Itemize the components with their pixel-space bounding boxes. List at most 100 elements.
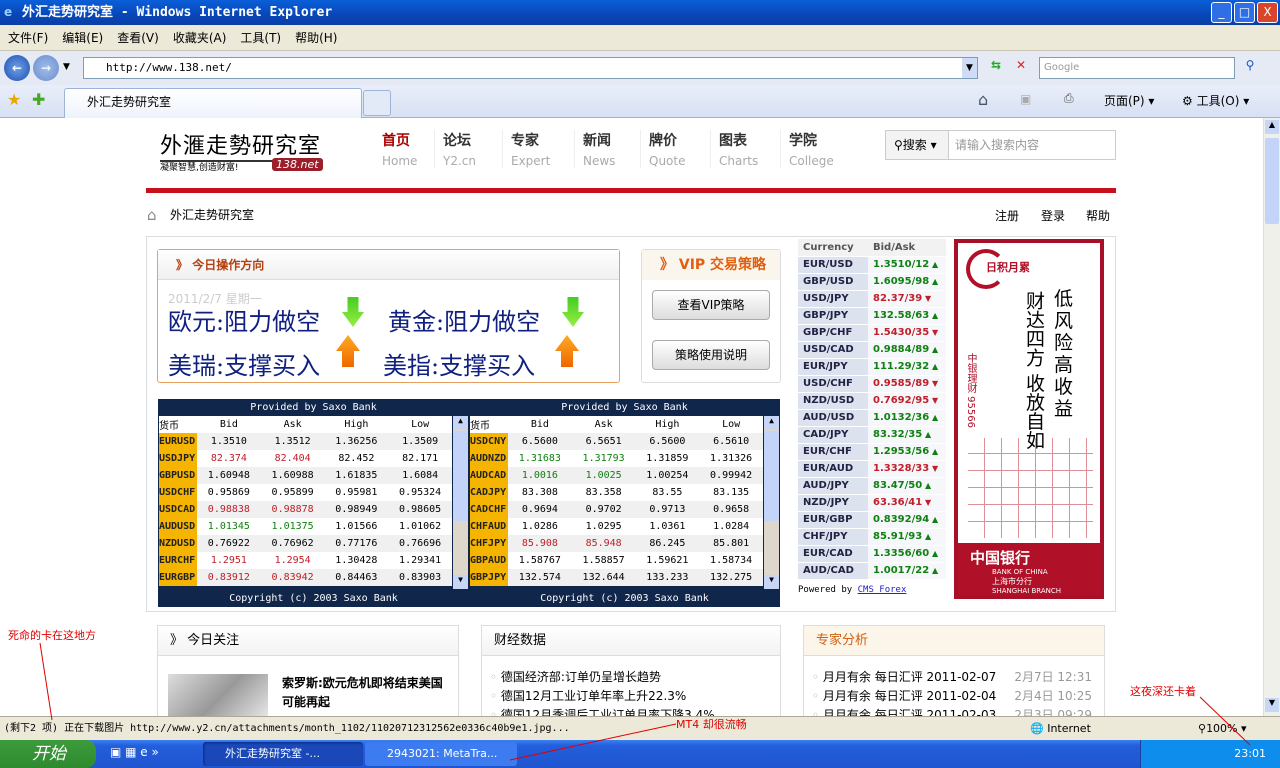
feeds-icon[interactable]: ▣	[1020, 92, 1031, 106]
page-menu[interactable]: 页面(P) ▾	[1104, 92, 1154, 109]
currency-row[interactable]: EUR/AUD 1.3328/33 ▼	[798, 460, 946, 478]
currency-row[interactable]: EUR/CHF 1.2953/56 ▲	[798, 443, 946, 461]
nav-college[interactable]: 学院 College	[780, 130, 834, 168]
tab-active[interactable]: 外汇走势研究室	[64, 88, 362, 118]
search-input[interactable]: Google	[1039, 57, 1235, 79]
nav-y2cn[interactable]: 论坛 Y2.cn	[434, 130, 476, 168]
scroll-up-icon[interactable]: ▲	[764, 416, 779, 430]
search-icon[interactable]: ⚲	[1240, 58, 1260, 78]
quote-row[interactable]: USDCAD 0.98838 0.98878 0.98949 0.98605	[159, 501, 452, 518]
zoom-level[interactable]: ⚲100% ▾	[1198, 717, 1247, 740]
home-icon[interactable]: ⌂	[978, 90, 988, 109]
view-vip-button[interactable]: 查看VIP策略	[652, 290, 770, 320]
quote-scrollbar[interactable]: ▲ ▼	[453, 416, 468, 589]
nav-news[interactable]: 新闻 News	[574, 130, 615, 168]
quote-row[interactable]: USDCNY 6.5600 6.5651 6.5600 6.5610	[470, 433, 763, 450]
scroll-thumb[interactable]	[1265, 138, 1279, 224]
page-scrollbar[interactable]: ▲ ▼	[1263, 118, 1280, 716]
expert-item[interactable]: ◦ 月月有余 每日汇评 2011-02-04 2月4日 10:25	[812, 687, 1104, 706]
menu-favorites[interactable]: 收藏夹(A)	[173, 29, 227, 46]
task-metatrader[interactable]: 2943021: MetaTra...	[365, 742, 517, 766]
forward-button[interactable]: →	[33, 55, 59, 81]
currency-row[interactable]: USD/CHF 0.9585/89 ▼	[798, 375, 946, 393]
nav-home[interactable]: 首页 Home	[374, 130, 417, 168]
favorites-star-icon[interactable]: ★	[7, 90, 21, 109]
quote-row[interactable]: NZDUSD 0.76922 0.76962 0.77176 0.76696	[159, 535, 452, 552]
refresh-icon[interactable]: ⇆	[986, 58, 1006, 78]
history-dropdown-icon[interactable]: ▼	[63, 62, 70, 72]
task-ie[interactable]: 外汇走势研究室 -...	[203, 742, 363, 766]
quote-row[interactable]: EURGBP 0.83912 0.83942 0.84463 0.83903	[159, 569, 452, 586]
quote-row[interactable]: CHFJPY 85.908 85.948 86.245 85.801	[470, 535, 763, 552]
quote-row[interactable]: EURCHF 1.2951 1.2954 1.30428 1.29341	[159, 552, 452, 569]
strategy-guide-button[interactable]: 策略使用说明	[652, 340, 770, 370]
currency-row[interactable]: CHF/JPY 85.91/93 ▲	[798, 528, 946, 546]
quote-row[interactable]: GBPAUD 1.58767 1.58857 1.59621 1.58734	[470, 552, 763, 569]
quote-row[interactable]: CADCHF 0.9694 0.9702 0.9713 0.9658	[470, 501, 763, 518]
help-link[interactable]: 帮助	[1086, 207, 1110, 224]
currency-row[interactable]: AUD/CAD 1.0017/22 ▲	[798, 562, 946, 580]
nav-expert[interactable]: 专家 Expert	[502, 130, 550, 168]
scroll-down-icon[interactable]: ▼	[764, 575, 779, 589]
print-icon[interactable]: ⎙	[1064, 91, 1074, 106]
back-button[interactable]: ←	[4, 55, 30, 81]
headline-link[interactable]: 索罗斯:欧元危机即将结束美国可能再起	[282, 674, 448, 712]
quote-scrollbar[interactable]: ▲ ▼	[764, 416, 779, 589]
menu-file[interactable]: 文件(F)	[8, 29, 48, 46]
address-dropdown-icon[interactable]: ▼	[962, 58, 977, 78]
currency-row[interactable]: AUD/USD 1.0132/36 ▲	[798, 409, 946, 427]
currency-row[interactable]: NZD/USD 0.7692/95 ▼	[798, 392, 946, 410]
minimize-button[interactable]: _	[1211, 2, 1232, 23]
quote-row[interactable]: AUDNZD 1.31683 1.31793 1.31859 1.31326	[470, 450, 763, 467]
currency-row[interactable]: GBP/USD 1.6095/98 ▲	[798, 273, 946, 291]
currency-row[interactable]: GBP/JPY 132.58/63 ▲	[798, 307, 946, 325]
menu-edit[interactable]: 编辑(E)	[62, 29, 103, 46]
quote-row[interactable]: CHFAUD 1.0286 1.0295 1.0361 1.0284	[470, 518, 763, 535]
expert-item[interactable]: ◦ 月月有余 每日汇评 2011-02-07 2月7日 12:31	[812, 668, 1104, 687]
currency-row[interactable]: USD/CAD 0.9884/89 ▲	[798, 341, 946, 359]
new-tab-button[interactable]	[363, 90, 391, 116]
currency-row[interactable]: USD/JPY 82.37/39 ▼	[798, 290, 946, 308]
currency-row[interactable]: EUR/USD 1.3510/12 ▲	[798, 256, 946, 274]
start-button[interactable]: 开始	[0, 740, 96, 768]
address-input[interactable]: http://www.138.net/	[83, 57, 978, 79]
register-link[interactable]: 注册	[995, 207, 1019, 224]
site-logo[interactable]: 外滙走勢研究室	[160, 128, 322, 162]
quote-row[interactable]: GBPUSD 1.60948 1.60988 1.61835 1.6084	[159, 467, 452, 484]
quote-row[interactable]: EURUSD 1.3510 1.3512 1.36256 1.3509	[159, 433, 452, 450]
econ-item[interactable]: ◦ 德国12月工业订单年率上升22.3%	[490, 687, 780, 706]
close-button[interactable]: X	[1257, 2, 1278, 23]
quote-row[interactable]: CADJPY 83.308 83.358 83.55 83.135	[470, 484, 763, 501]
quote-row[interactable]: AUDUSD 1.01345 1.01375 1.01566 1.01062	[159, 518, 452, 535]
quote-row[interactable]: GBPJPY 132.574 132.644 133.233 132.275	[470, 569, 763, 586]
tools-menu[interactable]: ⚙ 工具(O) ▾	[1182, 92, 1249, 109]
currency-row[interactable]: EUR/JPY 111.29/32 ▲	[798, 358, 946, 376]
quote-row[interactable]: USDCHF 0.95869 0.95899 0.95981 0.95324	[159, 484, 452, 501]
currency-row[interactable]: NZD/JPY 63.36/41 ▼	[798, 494, 946, 512]
quicklaunch-icons[interactable]: ▣ ▦ e »	[110, 745, 159, 759]
scroll-down-icon[interactable]: ▼	[1265, 698, 1279, 712]
stop-icon[interactable]: ✕	[1011, 58, 1031, 78]
scroll-down-icon[interactable]: ▼	[453, 575, 468, 589]
bank-of-china-ad[interactable]: 日积月累 低风险 高收益 财达四方 收放自如 中银理财 95566 中国银行 B…	[954, 239, 1104, 599]
currency-row[interactable]: CAD/JPY 83.32/35 ▲	[798, 426, 946, 444]
scroll-thumb[interactable]	[764, 431, 779, 521]
menu-tools[interactable]: 工具(T)	[240, 29, 281, 46]
econ-item[interactable]: ◦ 德国经济部:订单仍呈增长趋势	[490, 668, 780, 687]
quote-row[interactable]: USDJPY 82.374 82.404 82.452 82.171	[159, 450, 452, 467]
menu-help[interactable]: 帮助(H)	[295, 29, 337, 46]
currency-row[interactable]: AUD/JPY 83.47/50 ▲	[798, 477, 946, 495]
breadcrumb[interactable]: 外汇走势研究室	[170, 206, 254, 223]
maximize-button[interactable]: □	[1234, 2, 1255, 23]
scroll-up-icon[interactable]: ▲	[453, 416, 468, 430]
currency-row[interactable]: GBP/CHF 1.5430/35 ▼	[798, 324, 946, 342]
cms-forex-link[interactable]: CMS Forex	[858, 585, 907, 595]
quote-row[interactable]: AUDCAD 1.0016 1.0025 1.00254 0.99942	[470, 467, 763, 484]
clock[interactable]: 23:01	[1234, 747, 1266, 760]
scroll-up-icon[interactable]: ▲	[1265, 120, 1279, 134]
scroll-thumb[interactable]	[453, 431, 468, 521]
menu-view[interactable]: 查看(V)	[117, 29, 159, 46]
add-favorites-icon[interactable]: ✚	[32, 90, 45, 109]
search-type-select[interactable]: ⚲搜索 ▾	[886, 131, 949, 159]
site-search-input[interactable]: 请输入搜索内容	[949, 131, 1115, 159]
